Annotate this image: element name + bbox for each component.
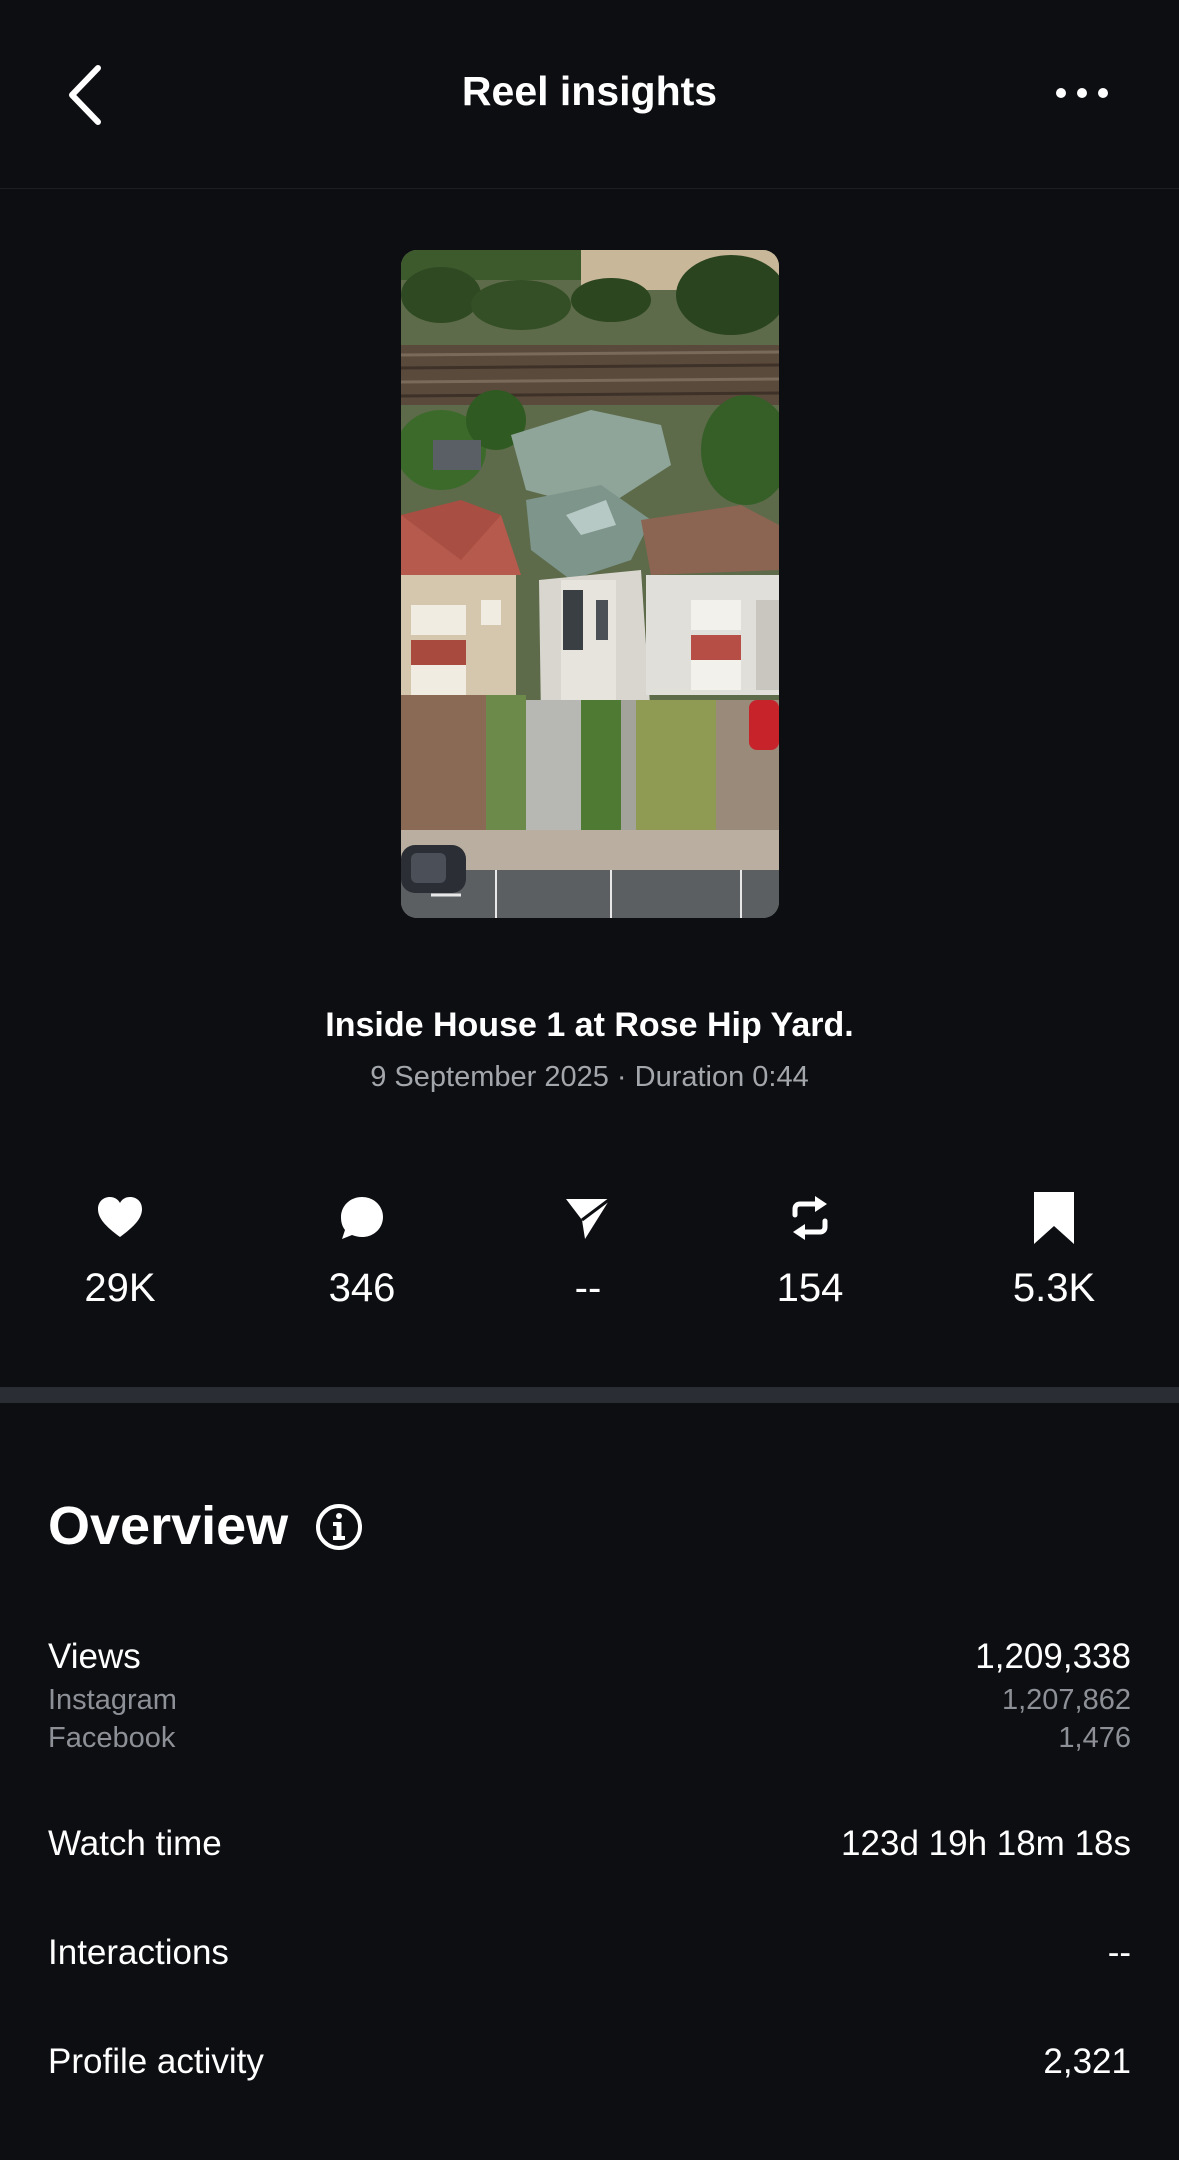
comment-icon [341, 1197, 383, 1239]
views-value: 1,209,338 [975, 1637, 1131, 1676]
repost-icon [792, 1196, 828, 1240]
watch-time-label[interactable]: Watch time [48, 1824, 222, 1864]
share-icon [566, 1197, 611, 1239]
facebook-views-value: 1,476 [1058, 1722, 1131, 1754]
shares-stat: -- [488, 1190, 688, 1330]
section-divider [0, 1387, 1179, 1403]
saves-count: 5.3K [1012, 1266, 1096, 1310]
facebook-views-label: Facebook [48, 1722, 176, 1754]
page-title: Reel insights [461, 68, 718, 114]
watch-time-value: 123d 19h 18m 18s [841, 1824, 1131, 1863]
bookmark-icon [1034, 1192, 1074, 1244]
reposts-stat: 154 [710, 1190, 910, 1330]
overview-heading: Overview [48, 1496, 289, 1556]
comments-count: 346 [328, 1266, 396, 1310]
more-options-button[interactable] [1047, 78, 1117, 108]
reel-caption: Inside House 1 at Rose Hip Yard. [325, 1006, 854, 1044]
info-icon[interactable] [314, 1502, 364, 1552]
engagement-stats: 29K 346 -- 154 5.3K [0, 1190, 1179, 1330]
saves-stat: 5.3K [954, 1190, 1154, 1330]
reel-thumbnail[interactable] [401, 250, 779, 918]
instagram-views-label: Instagram [48, 1684, 177, 1716]
likes-count: 29K [84, 1266, 156, 1310]
interactions-value: -- [1107, 1933, 1131, 1972]
profile-activity-label[interactable]: Profile activity [48, 2042, 264, 2082]
instagram-views-value: 1,207,862 [1001, 1684, 1131, 1716]
reposts-count: 154 [776, 1266, 844, 1310]
profile-activity-value: 2,321 [1043, 2042, 1131, 2081]
shares-count: -- [574, 1266, 602, 1310]
top-bar: Reel insights [0, 0, 1179, 189]
more-horizontal-icon [1056, 88, 1108, 98]
likes-stat: 29K [20, 1190, 220, 1330]
comments-stat: 346 [262, 1190, 462, 1330]
reel-meta: 9 September 2025 · Duration 0:44 [370, 1061, 809, 1093]
views-label: Views [48, 1637, 141, 1676]
interactions-label[interactable]: Interactions [48, 1933, 229, 1973]
heart-icon [98, 1197, 142, 1237]
reel-thumbnail-image [401, 250, 779, 918]
